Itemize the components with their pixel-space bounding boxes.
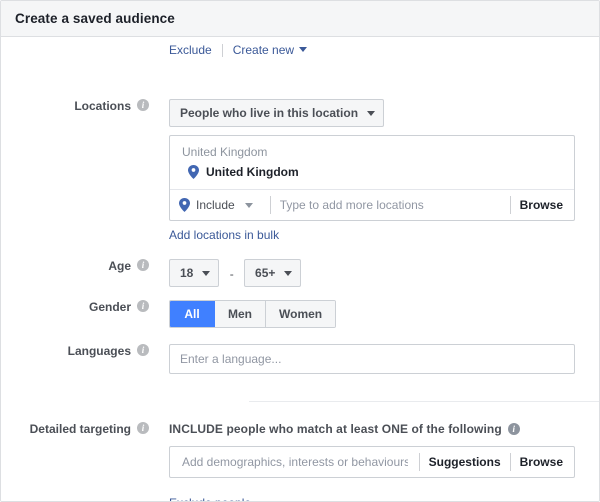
locations-box: United Kingdom United Kingdom Include Ty… <box>169 135 575 221</box>
chevron-down-icon <box>367 110 376 116</box>
map-pin-icon <box>179 198 190 212</box>
gender-label: Gender <box>88 300 131 314</box>
location-chip-united-kingdom[interactable]: United Kingdom <box>170 161 574 189</box>
locations-label: Locations <box>74 99 131 113</box>
card-header: Create a saved audience <box>1 1 599 37</box>
include-exclude-select[interactable]: Include <box>179 198 261 212</box>
locations-field-col: People who live in this location <box>149 99 599 127</box>
detailed-targeting-browse-button[interactable]: Browse <box>520 455 574 469</box>
detailed-targeting-box: Suggestions Browse <box>169 446 575 478</box>
languages-field-col <box>149 344 599 374</box>
vertical-divider <box>509 196 511 214</box>
info-icon[interactable]: i <box>137 422 149 434</box>
languages-input[interactable] <box>169 344 575 374</box>
languages-label: Languages <box>67 344 131 358</box>
age-min-value: 18 <box>180 266 194 280</box>
add-locations-in-bulk-link[interactable]: Add locations in bulk <box>169 228 279 242</box>
location-mode-select[interactable]: People who live in this location <box>169 99 385 127</box>
age-label-col: Age i <box>1 259 149 273</box>
gender-option-all[interactable]: All <box>170 301 215 327</box>
gender-segmented-control: All Men Women <box>169 300 337 328</box>
locations-label-col: Locations i <box>1 99 149 113</box>
detailed-targeting-label: Detailed targeting <box>29 422 131 436</box>
create-saved-audience-card: Create a saved audience Exclude Create n… <box>0 0 600 502</box>
create-new-label: Create new <box>232 43 295 57</box>
section-divider <box>249 401 599 402</box>
gender-option-men[interactable]: Men <box>215 301 266 327</box>
vertical-divider <box>269 196 271 214</box>
card-body: Exclude Create new Locations i People wh… <box>1 37 599 501</box>
age-max-select[interactable]: 65+ <box>244 259 302 287</box>
detailed-targeting-label-col: Detailed targeting i <box>1 422 149 436</box>
suggestions-button[interactable]: Suggestions <box>429 455 501 469</box>
exclude-people-link[interactable]: Exclude people <box>169 496 251 501</box>
location-name: United Kingdom <box>206 165 299 179</box>
chevron-down-icon <box>299 47 308 53</box>
location-input-row: Include Browse <box>170 189 574 220</box>
age-min-select[interactable]: 18 <box>169 259 220 287</box>
top-links-row: Exclude Create new <box>169 43 308 57</box>
gender-option-women[interactable]: Women <box>266 301 336 327</box>
age-range-separator: - <box>229 266 234 281</box>
detailed-targeting-input[interactable] <box>180 454 410 470</box>
locations-row: Locations i People who live in this loca… <box>1 99 599 127</box>
age-row: Age i 18 - 65+ <box>1 259 599 287</box>
include-label: Include <box>196 198 235 212</box>
link-divider <box>221 43 223 57</box>
detailed-targeting-heading-text: INCLUDE people who match at least ONE of… <box>169 422 502 436</box>
chevron-down-icon <box>244 202 253 208</box>
age-max-value: 65+ <box>255 266 276 280</box>
gender-row: Gender i All Men Women <box>1 300 599 328</box>
detailed-targeting-row: Detailed targeting i INCLUDE people who … <box>1 422 599 501</box>
languages-row: Languages i <box>1 344 599 374</box>
info-icon[interactable]: i <box>137 300 149 312</box>
locations-browse-button[interactable]: Browse <box>520 198 574 212</box>
languages-label-col: Languages i <box>1 344 149 358</box>
info-icon[interactable]: i <box>137 99 149 111</box>
info-icon[interactable]: i <box>137 344 149 356</box>
page-title: Create a saved audience <box>15 11 175 26</box>
chevron-down-icon <box>284 270 293 276</box>
info-icon[interactable]: i <box>507 422 520 435</box>
vertical-divider <box>509 453 511 471</box>
locations-box-wrap: United Kingdom United Kingdom Include Ty… <box>169 135 575 242</box>
age-label: Age <box>108 259 131 273</box>
location-group-label: United Kingdom <box>182 145 268 159</box>
location-search-input[interactable] <box>279 198 501 212</box>
exclude-link[interactable]: Exclude <box>169 43 212 57</box>
create-new-link[interactable]: Create new <box>232 43 308 57</box>
age-field-col: 18 - 65+ <box>149 259 599 287</box>
vertical-divider <box>418 453 420 471</box>
location-mode-value: People who live in this location <box>180 106 359 120</box>
gender-field-col: All Men Women <box>149 300 599 328</box>
gender-label-col: Gender i <box>1 300 149 314</box>
map-pin-icon <box>188 165 199 179</box>
detailed-targeting-heading: INCLUDE people who match at least ONE of… <box>169 422 599 436</box>
info-icon[interactable]: i <box>137 259 149 271</box>
detailed-targeting-field-col: INCLUDE people who match at least ONE of… <box>149 422 599 501</box>
chevron-down-icon <box>202 270 211 276</box>
